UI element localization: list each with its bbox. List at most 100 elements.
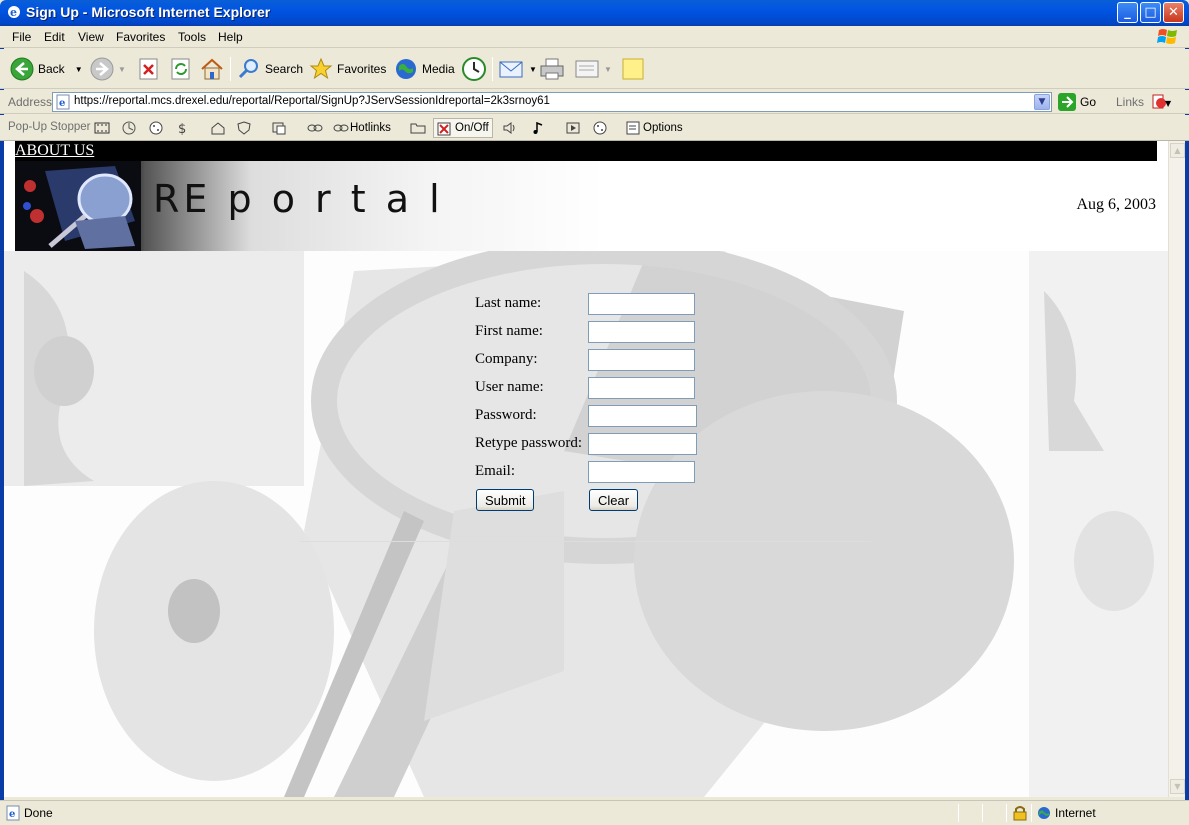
edit-button[interactable]: ▼ bbox=[574, 55, 612, 83]
popup-link-icon[interactable] bbox=[307, 121, 323, 135]
submit-button[interactable]: Submit bbox=[476, 489, 535, 511]
popup-folder-icon[interactable] bbox=[410, 121, 426, 135]
last-name-input[interactable] bbox=[588, 293, 695, 315]
back-arrow-icon bbox=[10, 57, 34, 81]
sound-icon[interactable] bbox=[502, 121, 518, 135]
home-button[interactable] bbox=[200, 55, 224, 83]
back-label: Back bbox=[38, 62, 65, 76]
history-icon bbox=[462, 57, 486, 81]
security-zone-label: Internet bbox=[1055, 806, 1096, 820]
go-arrow-icon bbox=[1058, 93, 1076, 111]
last-name-label: Last name: bbox=[475, 295, 542, 311]
music-note-icon[interactable] bbox=[531, 121, 547, 135]
popup-media-icon[interactable] bbox=[565, 121, 581, 135]
note-button[interactable] bbox=[621, 55, 645, 83]
close-button[interactable]: ✕ bbox=[1163, 2, 1184, 23]
edit-page-icon bbox=[575, 60, 599, 78]
edit-dropdown-icon[interactable]: ▼ bbox=[604, 65, 612, 74]
popup-shield-icon[interactable] bbox=[236, 121, 252, 135]
retype-password-input[interactable] bbox=[588, 433, 697, 455]
onoff-button[interactable]: On/Off bbox=[433, 118, 493, 138]
company-label: Company: bbox=[475, 351, 538, 367]
menu-favorites[interactable]: Favorites bbox=[116, 30, 165, 44]
options-icon bbox=[626, 121, 640, 135]
history-button[interactable] bbox=[461, 55, 487, 83]
top-nav-strip bbox=[15, 141, 1157, 161]
popup-spin-icon[interactable] bbox=[121, 121, 137, 135]
search-label: Search bbox=[265, 62, 304, 76]
mail-icon bbox=[499, 61, 523, 78]
back-button[interactable]: Back ▼ bbox=[10, 55, 83, 83]
windows-logo-icon bbox=[1157, 29, 1177, 44]
forward-dropdown-icon[interactable]: ▼ bbox=[118, 65, 126, 74]
status-divider bbox=[1031, 804, 1032, 822]
menu-file[interactable]: File bbox=[12, 30, 31, 44]
media-button[interactable]: Media bbox=[394, 55, 455, 83]
password-input[interactable] bbox=[588, 405, 697, 427]
email-input[interactable] bbox=[588, 461, 695, 483]
scroll-down-icon[interactable]: ▼ bbox=[1170, 779, 1185, 794]
address-dropdown-icon[interactable]: ▼ bbox=[1034, 94, 1050, 110]
status-divider bbox=[1006, 804, 1007, 822]
status-page-icon: e bbox=[6, 805, 20, 821]
menu-view[interactable]: View bbox=[78, 30, 104, 44]
print-button[interactable] bbox=[539, 55, 565, 83]
favorites-button[interactable]: Favorites bbox=[309, 55, 386, 83]
internet-zone-globe-icon bbox=[1038, 807, 1050, 819]
popup-stopper-bar: Pop-Up Stopper $ Hotlinks On/Off Options bbox=[0, 115, 1189, 141]
standard-toolbar: Back ▼ ▼ Search Favorites Media ▼ ▼ bbox=[0, 49, 1189, 89]
address-bar: Address e https://reportal.mcs.drexel.ed… bbox=[0, 90, 1189, 114]
scroll-up-icon[interactable]: ▲ bbox=[1170, 143, 1185, 158]
svg-text:e: e bbox=[59, 98, 65, 109]
status-bar: e Done Internet bbox=[0, 800, 1189, 825]
favorites-star-icon bbox=[309, 57, 333, 80]
search-icon bbox=[238, 59, 258, 79]
background-magnifier-image bbox=[4, 251, 1168, 797]
first-name-input[interactable] bbox=[588, 321, 695, 343]
page-icon: e bbox=[56, 94, 70, 110]
menu-help[interactable]: Help bbox=[218, 30, 243, 44]
popup-cookie-icon[interactable] bbox=[148, 121, 164, 135]
popup-stopper-label: Pop-Up Stopper bbox=[8, 121, 91, 133]
minimize-button[interactable]: _ bbox=[1117, 2, 1138, 23]
address-input[interactable]: e https://reportal.mcs.drexel.edu/report… bbox=[52, 92, 1052, 112]
banner-magnifier-logo bbox=[15, 161, 141, 251]
go-button[interactable]: Go bbox=[1058, 93, 1096, 111]
menu-edit[interactable]: Edit bbox=[44, 30, 65, 44]
links-button[interactable]: Links bbox=[1116, 95, 1144, 109]
hotlinks-label: Hotlinks bbox=[350, 122, 391, 134]
address-label: Address bbox=[8, 95, 53, 109]
mail-dropdown-icon[interactable]: ▼ bbox=[529, 65, 537, 74]
options-label: Options bbox=[643, 122, 683, 134]
popup-window-icon[interactable] bbox=[271, 121, 287, 135]
stop-icon bbox=[139, 58, 158, 80]
mail-button[interactable]: ▼ bbox=[499, 55, 537, 83]
first-name-label: First name: bbox=[475, 323, 543, 339]
email-label: Email: bbox=[475, 463, 515, 479]
toolbar-separator bbox=[492, 57, 493, 81]
popup-dollar-icon[interactable]: $ bbox=[175, 121, 191, 135]
user-name-input[interactable] bbox=[588, 377, 695, 399]
maximize-button[interactable]: □ bbox=[1140, 2, 1161, 23]
toolbar-separator bbox=[230, 57, 231, 81]
popup-film-icon[interactable] bbox=[94, 121, 110, 135]
forward-button[interactable]: ▼ bbox=[90, 55, 126, 83]
clear-button[interactable]: Clear bbox=[589, 489, 639, 511]
about-us-link[interactable]: ABOUT US bbox=[15, 142, 94, 160]
title-bar: e Sign Up - Microsoft Internet Explorer … bbox=[0, 0, 1189, 26]
links-extra-icon[interactable]: ▼ bbox=[1152, 93, 1172, 111]
search-button[interactable]: Search bbox=[237, 55, 303, 83]
popup-cookie2-icon[interactable] bbox=[592, 121, 608, 135]
stop-button[interactable] bbox=[138, 55, 160, 83]
password-label: Password: bbox=[475, 407, 537, 423]
menu-tools[interactable]: Tools bbox=[178, 30, 206, 44]
hotlinks-chain-icon bbox=[333, 124, 349, 132]
vertical-scrollbar[interactable]: ▲ ▼ bbox=[1168, 141, 1185, 797]
refresh-button[interactable] bbox=[170, 55, 192, 83]
back-dropdown-icon[interactable]: ▼ bbox=[75, 65, 83, 74]
company-input[interactable] bbox=[588, 349, 695, 371]
forward-arrow-icon bbox=[90, 57, 114, 81]
retype-password-label: Retype password: bbox=[475, 435, 583, 451]
svg-text:$: $ bbox=[178, 122, 186, 135]
popup-home-icon[interactable] bbox=[210, 121, 226, 135]
